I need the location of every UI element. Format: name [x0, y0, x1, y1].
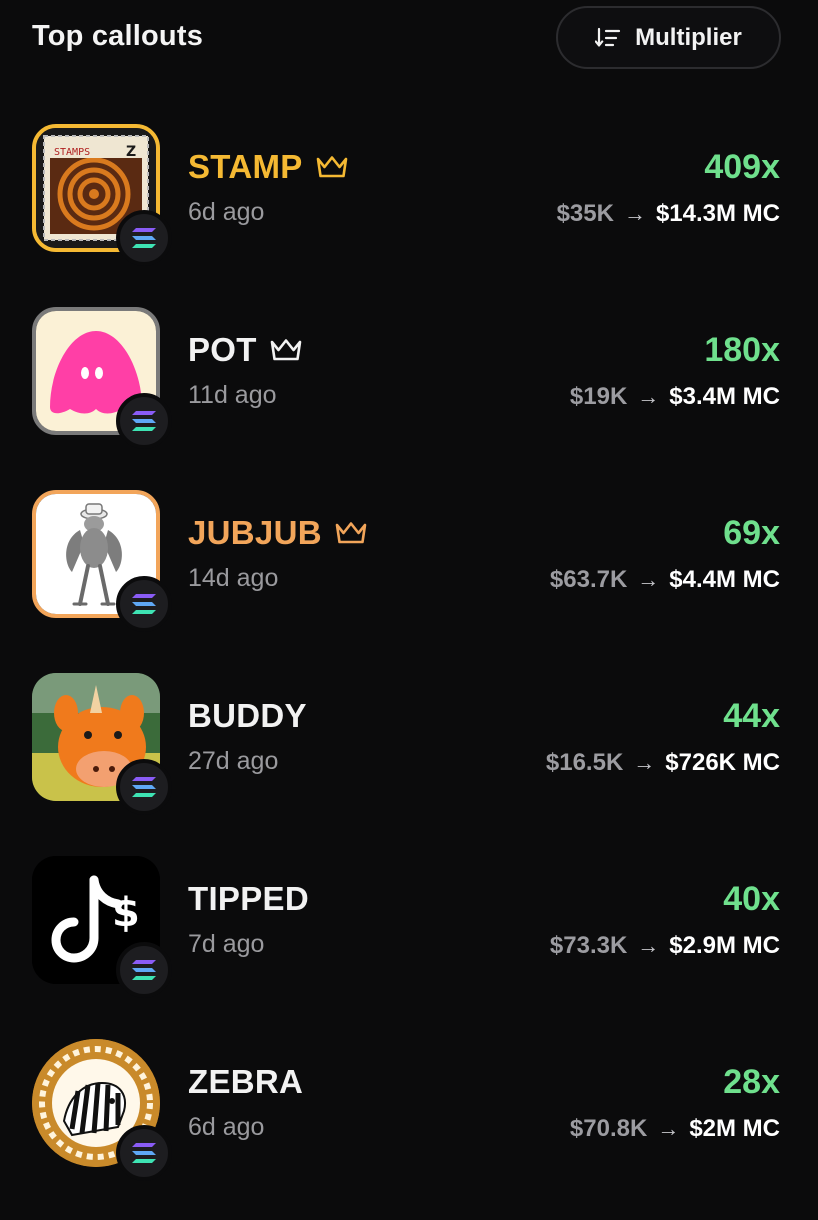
multiplier-value: 44x — [723, 697, 780, 735]
token-name-line: STAMP — [188, 148, 349, 186]
token-avatar — [32, 307, 172, 449]
crown-icon — [335, 522, 367, 544]
multiplier-value: 40x — [723, 880, 780, 918]
arrow-right-icon: → — [657, 1116, 680, 1141]
token-name-line: JUBJUB — [188, 514, 368, 552]
svg-text:STAMPS: STAMPS — [54, 147, 90, 158]
token-symbol: STAMP — [188, 148, 303, 185]
solana-chain-icon — [116, 759, 172, 815]
market-cap-change: $19K → $3.4M MC — [570, 383, 780, 411]
svg-text:$: $ — [112, 890, 140, 936]
token-avatar — [32, 490, 172, 632]
mc-to: $14.3M MC — [655, 200, 780, 227]
token-avatar: STAMPS Z — [32, 124, 172, 266]
solana-chain-icon — [116, 942, 172, 998]
solana-chain-icon — [116, 393, 172, 449]
mc-from: $16.5K — [545, 749, 624, 776]
token-name-line: TIPPED — [188, 880, 309, 918]
token-name-line: POT — [188, 331, 303, 369]
arrow-right-icon: → — [637, 567, 660, 592]
token-avatar — [32, 1039, 172, 1181]
mc-to: $726K MC — [665, 749, 780, 776]
token-symbol: ZEBRA — [188, 1063, 304, 1100]
market-cap-change: $35K → $14.3M MC — [557, 200, 780, 228]
mc-to: $2.9M MC — [669, 932, 780, 959]
market-cap-change: $73.3K → $2.9M MC — [550, 932, 780, 960]
sort-button[interactable]: Multiplier — [556, 6, 781, 69]
token-symbol: TIPPED — [188, 880, 309, 917]
arrow-right-icon: → — [623, 201, 646, 226]
solana-chain-icon — [116, 576, 172, 632]
token-symbol: JUBJUB — [188, 514, 322, 551]
call-age: 14d ago — [188, 564, 279, 592]
token-avatar: $ — [32, 856, 172, 998]
page-title: Top callouts — [32, 20, 204, 52]
svg-text:Z: Z — [126, 144, 136, 160]
token-symbol: POT — [188, 331, 257, 368]
arrow-right-icon: → — [637, 384, 660, 409]
callout-row-jubjub[interactable]: JUBJUB 14d ago 69x $63.7K → $4.4M MC — [0, 488, 818, 671]
market-cap-change: $70.8K → $2M MC — [570, 1115, 780, 1143]
header: Top callouts Multiplier — [0, 0, 818, 80]
sort-descending-icon — [595, 27, 621, 47]
token-symbol: BUDDY — [188, 697, 307, 734]
mc-from: $19K — [569, 383, 628, 410]
token-avatar — [32, 673, 172, 815]
multiplier-value: 69x — [723, 514, 780, 552]
mc-to: $4.4M MC — [669, 566, 780, 593]
multiplier-value: 28x — [723, 1063, 780, 1101]
callout-row-buddy[interactable]: BUDDY 27d ago 44x $16.5K → $726K MC — [0, 671, 818, 854]
callout-row-pot[interactable]: POT 11d ago 180x $19K → $3.4M MC — [0, 305, 818, 488]
call-age: 11d ago — [188, 381, 277, 409]
call-age: 6d ago — [188, 198, 265, 226]
arrow-right-icon: → — [633, 750, 656, 775]
market-cap-change: $63.7K → $4.4M MC — [550, 566, 780, 594]
sort-label: Multiplier — [635, 23, 742, 51]
callout-row-zebra[interactable]: ZEBRA 6d ago 28x $70.8K → $2M MC — [0, 1037, 818, 1220]
call-age: 27d ago — [188, 747, 279, 775]
mc-to: $3.4M MC — [669, 383, 780, 410]
crown-icon — [316, 156, 347, 178]
crown-icon — [270, 339, 302, 361]
callout-row-tipped[interactable]: $ TIPPED 7d ago 40x $73.3K → $2.9M MC — [0, 854, 818, 1037]
callout-list: STAMPS Z STAMP 6d ago 409x $35K → $14.3M… — [0, 122, 818, 1220]
mc-to: $2M MC — [689, 1115, 780, 1142]
multiplier-value: 180x — [704, 331, 780, 369]
mc-from: $73.3K — [549, 932, 628, 959]
multiplier-value: 409x — [704, 148, 780, 186]
solana-chain-icon — [116, 210, 172, 266]
token-name-line: BUDDY — [188, 697, 307, 735]
mc-from: $63.7K — [549, 566, 628, 593]
mc-from: $35K — [556, 200, 614, 227]
token-name-line: ZEBRA — [188, 1063, 303, 1101]
arrow-right-icon: → — [637, 933, 660, 958]
mc-from: $70.8K — [569, 1115, 648, 1142]
callout-row-stamp[interactable]: STAMPS Z STAMP 6d ago 409x $35K → $14.3M… — [0, 122, 818, 305]
call-age: 6d ago — [188, 1113, 265, 1141]
market-cap-change: $16.5K → $726K MC — [546, 749, 780, 777]
call-age: 7d ago — [188, 930, 265, 958]
solana-chain-icon — [116, 1125, 172, 1181]
